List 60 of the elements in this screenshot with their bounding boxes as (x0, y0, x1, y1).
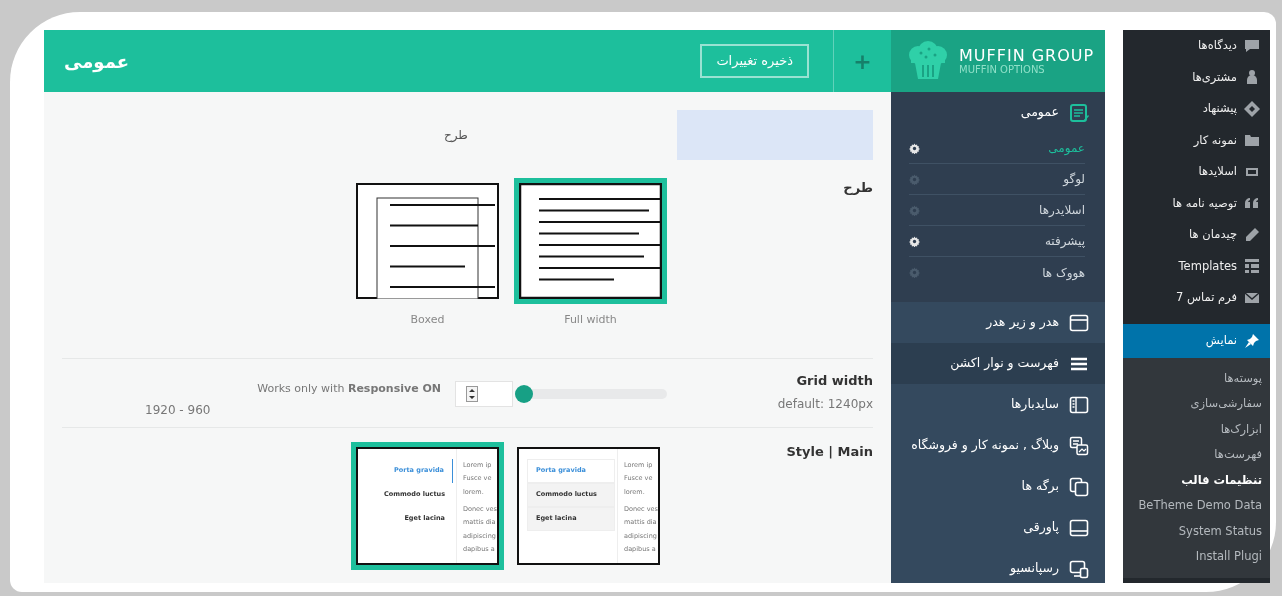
admin-menu-item[interactable]: مشتری‌ها (1123, 61, 1270, 93)
footer-icon (1069, 517, 1089, 538)
brand-title: MUFFIN GROUP (959, 47, 1095, 64)
page-title: عمومی (64, 49, 129, 75)
range-text: 1920 - 960 (145, 402, 211, 419)
spinner-icon[interactable] (466, 386, 478, 402)
admin-menu-item[interactable]: Templates (1123, 250, 1270, 282)
menu-group[interactable]: وبلاگ , نمونه کار و فروشگاه (891, 425, 1105, 466)
muffin-logo-icon (907, 41, 949, 81)
admin-submenu-item[interactable]: تنظیمات قالب (1123, 467, 1270, 493)
option-label: طرح (843, 180, 873, 195)
window-icon (1069, 312, 1089, 333)
menu-group[interactable]: سایدبارها (891, 384, 1105, 425)
admin-submenu-item[interactable]: BeTheme Demo Data (1123, 493, 1270, 519)
number-field[interactable] (455, 381, 513, 407)
pages-icon (1069, 476, 1089, 497)
admin-menu-item[interactable]: پیشنهاد (1123, 93, 1270, 125)
default-value: default: 1240px (776, 395, 873, 413)
menu-group[interactable]: رسپانسیو (891, 548, 1105, 583)
option-caption: Boxed (410, 312, 445, 328)
responsive-icon (1069, 558, 1089, 579)
admin-menu-item[interactable]: فرم تماس 7 (1123, 282, 1270, 314)
slider-thumb[interactable] (515, 385, 533, 403)
edit-icon (1069, 102, 1089, 123)
option-caption: Full width (564, 312, 617, 328)
submenu-item[interactable]: لوگو (909, 164, 1085, 195)
admin-submenu-item[interactable]: سفارشی‌سازی (1123, 391, 1270, 417)
admin-submenu-item[interactable]: System Status (1123, 518, 1270, 544)
admin-submenu-item[interactable]: ابزارک‌ها (1123, 416, 1270, 442)
admin-submenu-item[interactable]: پوسته‌ها (1123, 365, 1270, 391)
admin-submenu-item[interactable]: فهرست‌ها (1123, 442, 1270, 468)
option-label: Style | Main (786, 444, 873, 459)
admin-menu-item[interactable]: نمایش (1123, 323, 1270, 358)
admin-menu-item[interactable]: توصیه نامه ها (1123, 187, 1270, 219)
admin-menu-item[interactable]: چیدمان ها (1123, 219, 1270, 251)
slider[interactable] (515, 385, 667, 403)
menu-group[interactable]: برگه ها (891, 466, 1105, 507)
menu-group[interactable]: فهرست و نوار اکشن (891, 343, 1105, 384)
menu-group[interactable]: عمومی (891, 92, 1105, 133)
blog-icon (1069, 435, 1089, 456)
menu-group[interactable]: پاورقی (891, 507, 1105, 548)
pencil-icon (1244, 226, 1260, 243)
submenu-item[interactable]: هووک ها (909, 257, 1085, 288)
admin-submenu-item[interactable]: Install Plugi (1123, 544, 1270, 570)
submenu-item[interactable]: عمومی (909, 133, 1085, 164)
submenu-item[interactable]: اسلایدرها (909, 195, 1085, 226)
admin-menu-item[interactable]: دیدگاه‌ها (1123, 30, 1270, 62)
sidebar-icon (1069, 394, 1089, 415)
folder-icon (1244, 132, 1260, 149)
section-hint: طرح (444, 127, 468, 144)
speech-bubble-icon (1244, 37, 1260, 54)
responsive-note: Works only with Responsive ON (257, 381, 441, 397)
grid-layout-icon (1244, 258, 1260, 275)
admin-menu-item[interactable]: اسلایدها (1123, 156, 1270, 188)
menu-group[interactable]: هدر و زیر هدر (891, 302, 1105, 343)
person-icon (1244, 69, 1260, 86)
admin-menu-item[interactable]: نمونه کار (1123, 124, 1270, 156)
brand-subtitle: MUFFIN OPTIONS (959, 63, 1046, 75)
submenu-item[interactable]: پیشرفته (909, 226, 1085, 257)
option-label: Grid width (795, 372, 873, 390)
